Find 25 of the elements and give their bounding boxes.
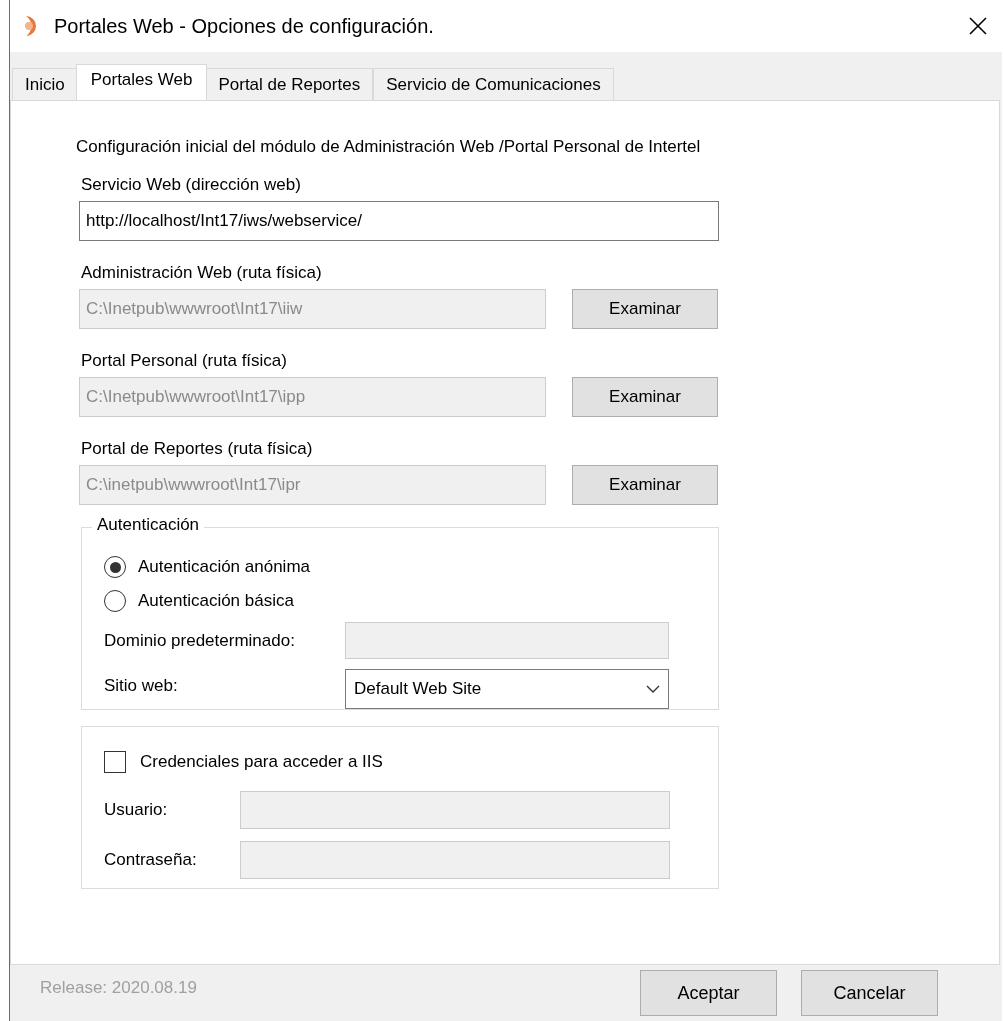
release-text: Release: 2020.08.19 [40,978,198,998]
window-title: Portales Web - Opciones de configuración. [54,14,435,38]
close-icon[interactable] [968,16,988,36]
dialog-button[interactable]: Aceptar [640,970,777,1016]
tab[interactable]: Inicio [12,68,78,100]
checkbox[interactable] [104,751,126,773]
field-label: Portal Personal (ruta física) [81,351,288,371]
dialog-button[interactable]: Cancelar [801,970,938,1016]
field-label: Sitio web: [104,676,179,696]
intro-text: Configuración inicial del módulo de Administración Web /Portal Personal de Intertel [76,137,702,157]
tab[interactable]: Portales Web [75,64,208,100]
field-label: Portal de Reportes (ruta física) [81,439,314,459]
checkbox-label: Credenciales para acceder a IIS [140,752,383,772]
radio-label: Autenticación básica [138,591,294,611]
field-label: Servicio Web (dirección web) [81,175,302,195]
field-label: Usuario: [104,800,169,820]
field-label: Administración Web (ruta física) [81,263,323,283]
field-label: Contraseña: [104,850,198,870]
chevron-down-icon [646,685,660,693]
text-field[interactable]: http://localhost/Int17/iws/webservice/ [79,201,719,241]
radio-label: Autenticación anónima [138,557,310,577]
field-label: Dominio predeterminado: [104,630,296,651]
tab[interactable]: Servicio de Comunicaciones [373,68,614,100]
dropdown[interactable]: Default Web Site [345,669,669,709]
tab[interactable]: Portal de Reportes [205,68,374,100]
